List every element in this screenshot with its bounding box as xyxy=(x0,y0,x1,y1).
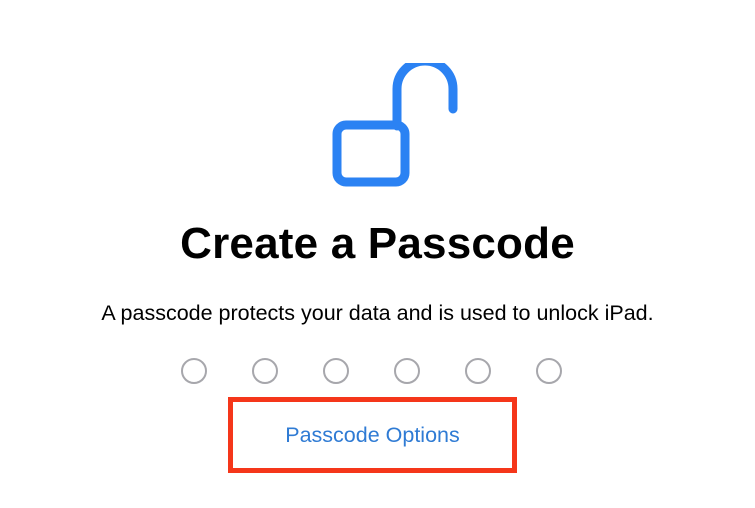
passcode-dot-4 xyxy=(394,358,420,384)
padlock-body xyxy=(332,120,410,187)
passcode-options-button[interactable]: Passcode Options xyxy=(228,397,517,473)
page-subtitle: A passcode protects your data and is use… xyxy=(101,301,654,325)
unlocked-padlock-icon xyxy=(332,63,458,187)
padlock-shackle xyxy=(392,63,458,131)
passcode-dot-3 xyxy=(323,358,349,384)
passcode-dot-5 xyxy=(465,358,491,384)
passcode-dot-2 xyxy=(252,358,278,384)
passcode-dot-1 xyxy=(181,358,207,384)
passcode-dot-6 xyxy=(536,358,562,384)
passcode-indicator xyxy=(0,358,755,388)
page-title: Create a Passcode xyxy=(180,219,575,268)
passcode-options-label: Passcode Options xyxy=(285,422,460,447)
